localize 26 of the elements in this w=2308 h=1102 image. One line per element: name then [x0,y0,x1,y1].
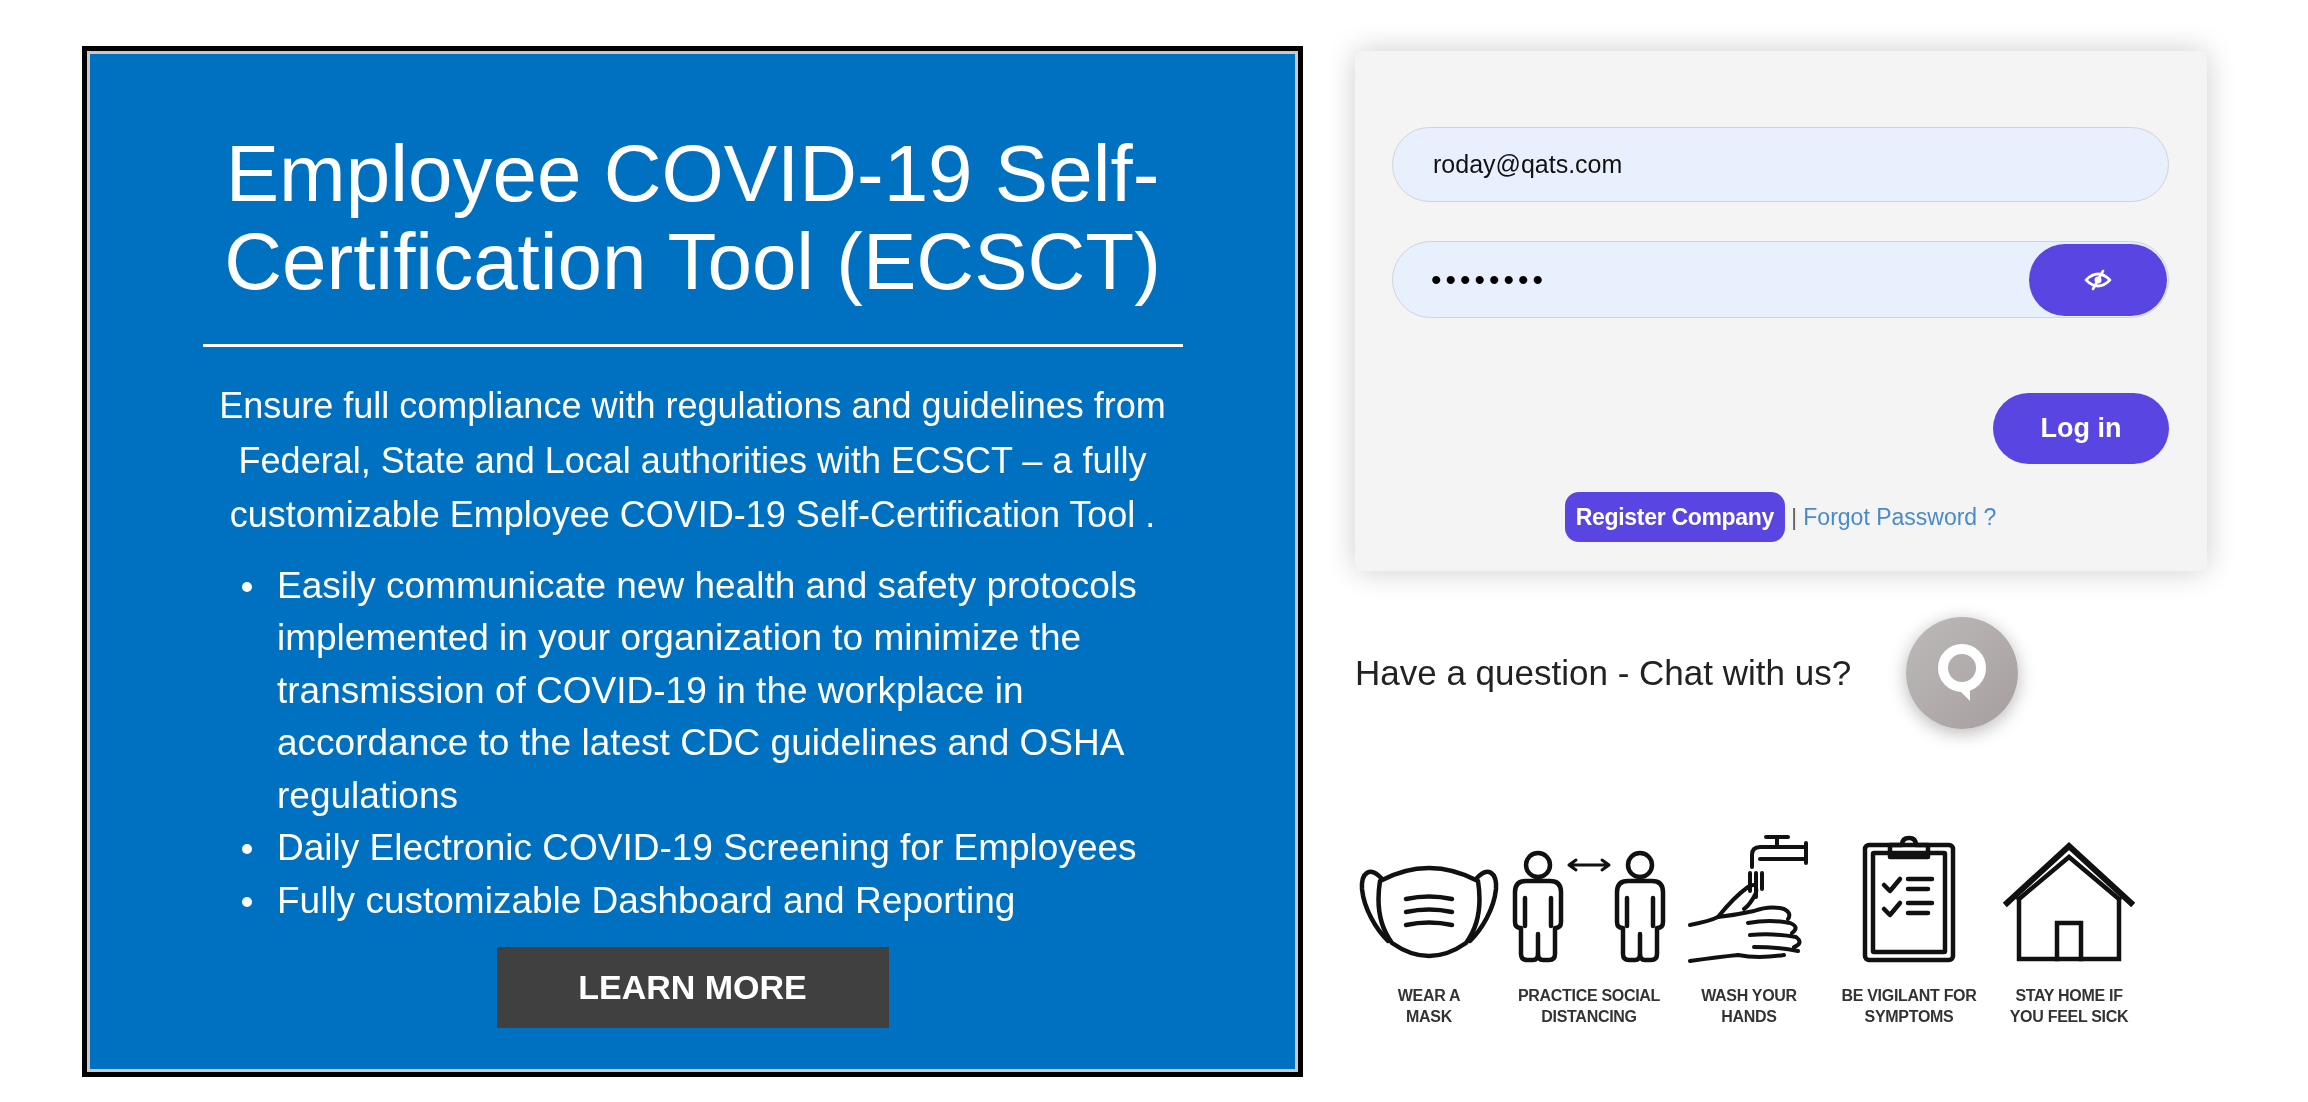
link-separator: | [1791,503,1798,531]
hands-under-faucet-icon [1688,833,1810,963]
guideline-caption: PRACTICE SOCIAL DISTANCING [1517,986,1661,1027]
house-icon [2003,841,2135,963]
bullet-icon [242,896,252,907]
register-company-button[interactable]: Register Company [1564,492,1786,542]
guideline-caption: WEAR A MASK [1397,986,1461,1027]
promo-title: Employee COVID-19 Self-Certification Tool (ECSCT) [223,130,1162,306]
guideline-caption: STAY HOME IF YOU FEEL SICK [2009,986,2129,1027]
bullet-icon [242,844,252,854]
promo-description: Ensure full compliance with regulations and guidelines from Federal, State and Local authorities with ECSCT – a fully customizable Employee COVID-19 Self-Certification Tool . [218,384,1167,537]
email-field[interactable]: roday@qats.com [1392,127,2169,202]
password-field[interactable]: •••••••• [1392,241,2169,318]
guideline-caption: BE VIGILANT FOR SYMPTOMS [1841,986,1977,1027]
speech-bubble-icon [1936,643,1989,703]
clipboard-checklist-icon [1862,835,1956,963]
feature-item: Easily communicate new health and safety protocols implemented in your organization to minimize the transmission of COVID-19 in the workplace in accordance to the latest CDC guidelines and OSHA regulations [277,563,1138,818]
feature-item: Daily Electronic COVID-19 Screening for Employees [277,826,1138,870]
show-password-button[interactable] [2029,243,2167,316]
learn-more-button[interactable]: LEARN MORE [496,947,889,1028]
feature-item: Fully customizable Dashboard and Reporting [277,878,1017,923]
bullet-icon [242,581,252,592]
login-button[interactable]: Log in [1993,393,2169,464]
eye-slash-icon [2084,268,2112,291]
guideline-caption: WASH YOUR HANDS [1701,986,1797,1027]
chat-prompt: Have a question - Chat with us? [1355,653,1852,693]
